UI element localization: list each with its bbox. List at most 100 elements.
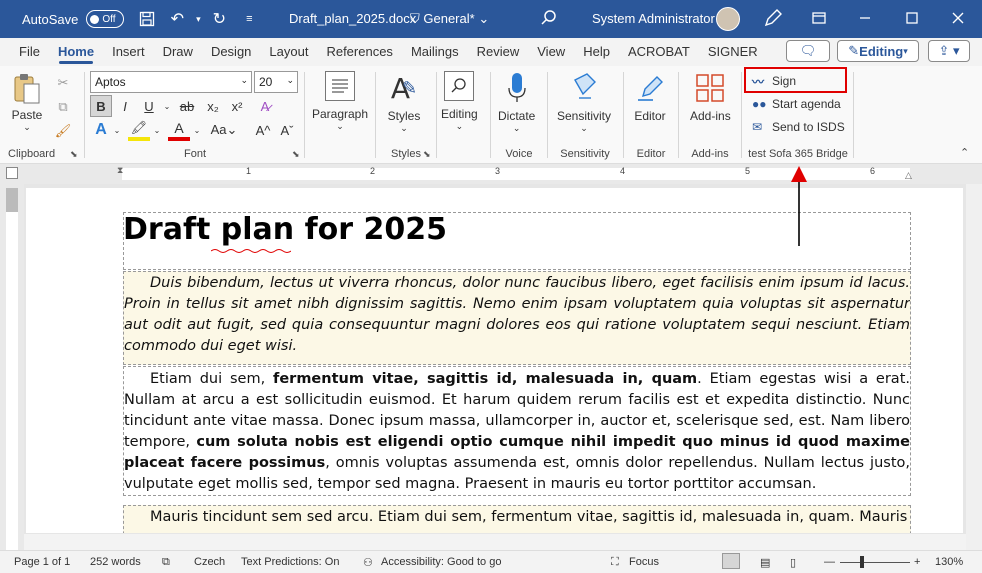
comment-icon: 🗨	[799, 43, 817, 58]
zoom-slider-thumb[interactable]	[860, 556, 864, 568]
collapse-ribbon-icon[interactable]: ⌃	[960, 146, 969, 159]
start-agenda-button[interactable]: ●● Start agenda	[752, 94, 841, 114]
tab-review[interactable]: Review	[468, 38, 529, 66]
paragraph-2[interactable]: Etiam dui sem, fermentum vitae, sagittis…	[123, 366, 911, 496]
undo-dropdown-icon[interactable]: ▾	[192, 4, 204, 34]
subscript-button[interactable]: x₂	[202, 95, 224, 117]
document-page[interactable]: Draft plan for 2025 Duis bibendum, lectu…	[26, 188, 963, 533]
chevron-down-icon[interactable]: ⌄	[146, 119, 168, 141]
paragraph-3[interactable]: Mauris tincidunt sem sed arcu. Etiam dui…	[123, 505, 911, 533]
vertical-scrollbar[interactable]	[966, 184, 982, 550]
right-indent-marker[interactable]: △	[905, 170, 912, 181]
group-separator	[84, 72, 85, 158]
zoom-in-icon[interactable]: +	[914, 556, 920, 568]
clear-formatting-icon[interactable]: A̷	[254, 95, 276, 117]
tab-layout[interactable]: Layout	[260, 38, 317, 66]
focus-icon[interactable]: ⛶	[611, 556, 619, 569]
tab-references[interactable]: References	[317, 38, 401, 66]
dialog-launcher-icon[interactable]: ⬊	[423, 149, 431, 160]
user-name[interactable]: System Administrator	[592, 11, 715, 26]
minimize-icon[interactable]	[852, 5, 878, 34]
tab-mailings[interactable]: Mailings	[402, 38, 468, 66]
ribbon-display-icon[interactable]	[806, 5, 832, 34]
focus-button[interactable]: Focus	[629, 556, 659, 568]
zoom-out-icon[interactable]: —	[824, 556, 835, 568]
shrink-font-button[interactable]: Aˇ	[276, 119, 298, 141]
tab-signer[interactable]: SIGNER	[699, 38, 767, 66]
read-mode-icon[interactable]: ▯	[790, 556, 796, 569]
clipboard-group: Paste ⌄ ✂ ⧉ 🖌 Clipboard ⬊	[0, 66, 82, 164]
zoom-slider[interactable]	[840, 562, 910, 563]
send-to-isds-label: Send to ISDS	[772, 120, 845, 134]
language[interactable]: Czech	[194, 556, 225, 568]
font-size-select[interactable]: 20 ⌄	[254, 71, 298, 93]
change-case-button[interactable]: Aa⌄	[208, 119, 240, 141]
addins-button[interactable]: Add-ins	[690, 71, 731, 123]
word-count[interactable]: 252 words	[90, 556, 141, 568]
cut-icon[interactable]: ✂	[52, 72, 74, 94]
addins-icon	[693, 71, 727, 105]
autosave-toggle[interactable]: Off	[86, 10, 125, 28]
maximize-icon[interactable]	[899, 5, 925, 34]
grow-font-button[interactable]: A^	[252, 119, 274, 141]
undo-icon[interactable]: ↶	[162, 4, 192, 34]
tab-draw[interactable]: Draw	[154, 38, 202, 66]
document-filename[interactable]: Draft_plan_2025.docx	[289, 11, 416, 26]
send-to-isds-button[interactable]: ✉ Send to ISDS	[752, 117, 845, 137]
send-icon: ✉	[752, 120, 763, 134]
superscript-button[interactable]: x²	[226, 95, 248, 117]
redo-icon[interactable]: ↻	[204, 4, 234, 34]
tab-selector[interactable]	[6, 167, 18, 179]
editing-button[interactable]: Editing ⌄	[441, 71, 478, 132]
sensitivity-button-label: Sensitivity	[557, 109, 612, 123]
sensitivity-label[interactable]: ⛉ General* ⌄	[410, 11, 489, 27]
chevron-down-icon[interactable]: ⌄	[106, 119, 128, 141]
paragraph-1[interactable]: Duis bibendum, lectus ut viverra rhoncus…	[123, 271, 911, 365]
bold-button[interactable]: B	[90, 95, 112, 117]
page-count[interactable]: Page 1 of 1	[14, 556, 70, 568]
tab-insert[interactable]: Insert	[103, 38, 154, 66]
paragraph-button[interactable]: Paragraph ⌄	[311, 71, 369, 132]
chevron-down-icon[interactable]: ⌄	[186, 119, 208, 141]
styles-button[interactable]: A ✎ Styles ⌄	[387, 71, 421, 134]
format-painter-icon[interactable]: 🖌	[52, 120, 74, 142]
accessibility-icon[interactable]: ⚇	[363, 556, 373, 569]
dictate-button[interactable]: Dictate ⌄	[498, 71, 535, 134]
dialog-launcher-icon[interactable]: ⬊	[292, 149, 300, 160]
dialog-launcher-icon[interactable]: ⬊	[70, 149, 78, 160]
print-layout-icon[interactable]	[722, 553, 740, 569]
autosave-label: AutoSave	[22, 11, 79, 27]
close-icon[interactable]	[945, 5, 971, 34]
paste-icon	[10, 72, 44, 106]
copy-icon[interactable]: ⧉	[52, 96, 74, 118]
paste-button[interactable]: Paste ⌄	[10, 72, 44, 133]
indent-marker[interactable]: ⧗	[117, 165, 123, 176]
pen-icon[interactable]	[760, 5, 786, 34]
accessibility-status[interactable]: Accessibility: Good to go	[381, 556, 501, 568]
proofing-icon[interactable]: ⧉	[162, 556, 170, 569]
comments-button[interactable]: 🗨	[786, 40, 830, 62]
tab-home[interactable]: Home	[49, 38, 103, 66]
vertical-ruler	[0, 184, 24, 550]
font-family-select[interactable]: Aptos ⌄	[90, 71, 252, 93]
zoom-level[interactable]: 130%	[935, 556, 963, 568]
strikethrough-button[interactable]: ab	[176, 95, 198, 117]
share-button[interactable]: ⇪ ▾	[928, 40, 970, 62]
italic-button[interactable]: I	[114, 95, 136, 117]
sensitivity-button[interactable]: Sensitivity ⌄	[557, 71, 611, 134]
editing-mode-button[interactable]: ✎ Editing ▾	[837, 40, 919, 62]
editor-button[interactable]: Editor	[633, 71, 667, 123]
customize-toolbar-icon[interactable]: ≡	[234, 4, 264, 34]
tab-view[interactable]: View	[528, 38, 574, 66]
search-icon[interactable]	[536, 5, 562, 34]
chevron-down-icon[interactable]: ⌄	[156, 95, 178, 117]
tab-file[interactable]: File	[10, 38, 49, 66]
web-layout-icon[interactable]: ▤	[760, 556, 770, 569]
save-icon[interactable]	[132, 4, 162, 34]
text-predictions[interactable]: Text Predictions: On	[241, 556, 339, 568]
avatar[interactable]	[716, 7, 740, 31]
chevron-down-icon: ⌄	[336, 121, 344, 131]
tab-design[interactable]: Design	[202, 38, 260, 66]
tab-help[interactable]: Help	[574, 38, 619, 66]
tab-acrobat[interactable]: ACROBAT	[619, 38, 699, 66]
